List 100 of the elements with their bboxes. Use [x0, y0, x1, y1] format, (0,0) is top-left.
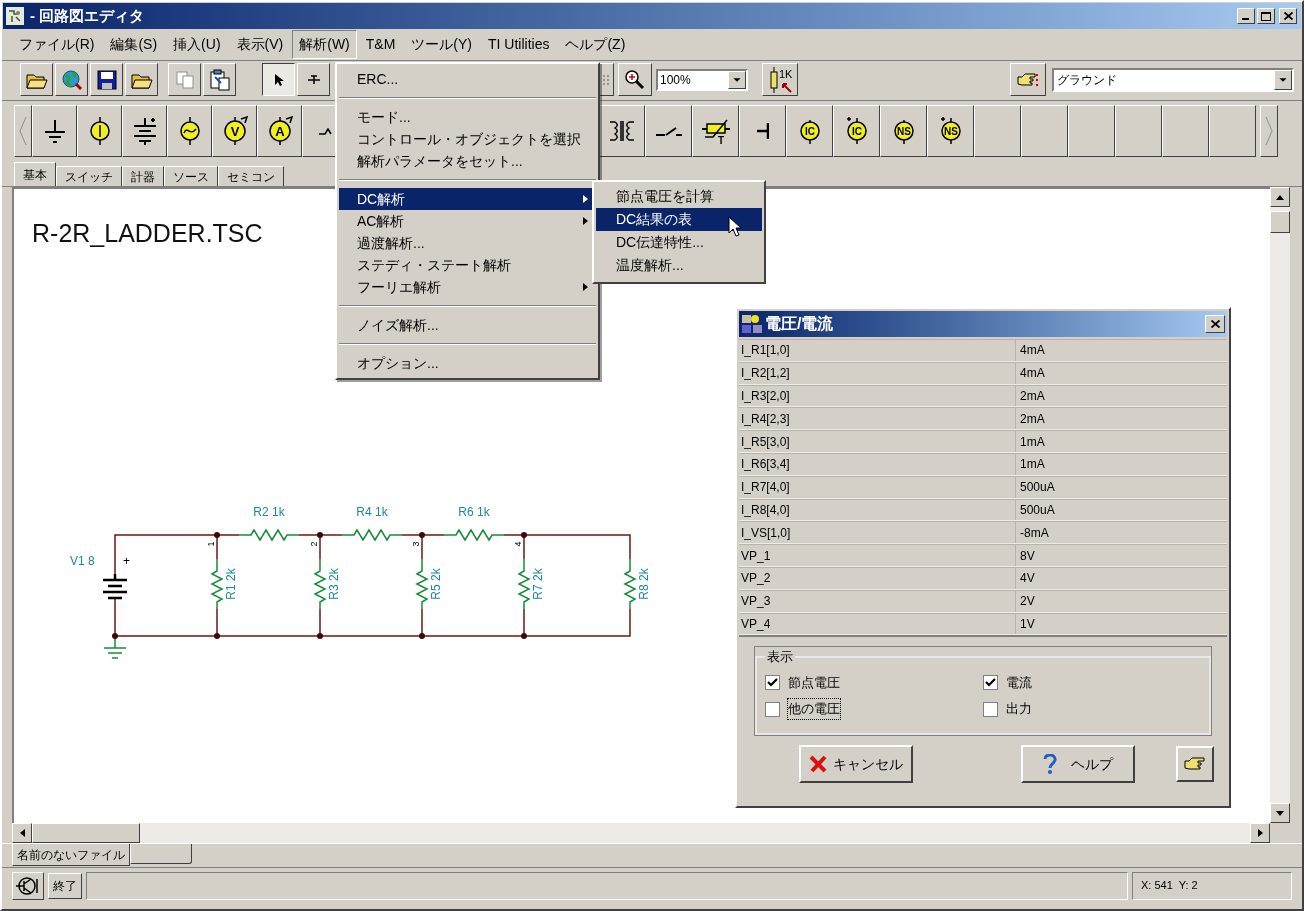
cross-icon — [809, 755, 827, 774]
open-button[interactable] — [125, 63, 158, 96]
close-button[interactable] — [1205, 315, 1225, 333]
scroll-thumb[interactable] — [1270, 211, 1290, 233]
exit-button[interactable]: 終了 — [48, 872, 82, 899]
scroll-right-button[interactable] — [1250, 823, 1270, 843]
component-label: R5 2k — [429, 568, 443, 600]
menu-item[interactable]: ファイル(R) — [12, 30, 102, 59]
scroll-left-button[interactable] — [12, 823, 32, 843]
scroll-up-button[interactable] — [1270, 187, 1290, 207]
web-button[interactable] — [55, 63, 88, 96]
select-tool-button[interactable] — [262, 63, 295, 96]
file-tab[interactable]: 名前のないファイル — [12, 844, 130, 866]
menu-item[interactable]: ステディ・ステート解析 — [339, 254, 596, 276]
menu-item[interactable]: 解析(W) — [292, 30, 357, 59]
palette-button[interactable]: NS — [927, 105, 974, 157]
menu-item[interactable]: ツール(Y) — [404, 30, 479, 59]
menu-item[interactable]: コントロール・オブジェクトを選択 — [339, 128, 596, 150]
menu-item[interactable]: 過渡解析... — [339, 232, 596, 254]
palette-button[interactable]: A — [257, 105, 302, 157]
down-arrow-icon — [1276, 810, 1284, 816]
palette-slot[interactable] — [1021, 105, 1068, 157]
pointer-button[interactable] — [1010, 63, 1046, 96]
palette-tab[interactable]: ソース — [164, 166, 218, 186]
palette-button[interactable] — [77, 105, 122, 157]
maximize-button[interactable] — [1257, 8, 1275, 24]
palette-tab[interactable]: セミコン — [218, 166, 284, 186]
palette-slot[interactable] — [1068, 105, 1115, 157]
wire-tool-button[interactable] — [297, 63, 330, 96]
scroll-left-button[interactable] — [14, 105, 32, 157]
menu-item[interactable]: フーリエ解析 — [339, 276, 596, 298]
menu-item[interactable]: TI Utilities — [481, 30, 557, 59]
pointer-button[interactable] — [1176, 746, 1214, 783]
palette-tab[interactable]: 計器 — [122, 166, 164, 186]
paste-button[interactable] — [203, 63, 236, 96]
table-cell: I_R1[1,0] — [739, 340, 1016, 361]
palette-button[interactable] — [645, 105, 692, 157]
zoom-in-icon — [624, 68, 646, 91]
palette-slot[interactable] — [1209, 105, 1256, 157]
palette-slot[interactable] — [1162, 105, 1209, 157]
menu-item[interactable]: 解析パラメータをセット... — [339, 150, 596, 172]
palette-button[interactable] — [167, 105, 212, 157]
table-cell: VP_3 — [739, 590, 1016, 612]
table-cell: I_VS[1,0] — [739, 522, 1016, 544]
table-cell-text: 500uA — [1019, 501, 1056, 519]
menu-item[interactable]: 節点電圧を計算 — [596, 185, 762, 208]
save-button[interactable] — [90, 63, 123, 96]
submenu-arrow-icon — [583, 283, 588, 291]
palette-slot[interactable] — [1115, 105, 1162, 157]
checkbox[interactable] — [983, 675, 998, 691]
zoom-button[interactable] — [618, 63, 652, 96]
component-combobox[interactable]: グラウンド — [1052, 67, 1294, 92]
help-button[interactable]: ヘルプ — [1021, 745, 1135, 784]
menu-item[interactable]: モード... — [339, 106, 596, 128]
scroll-down-button[interactable] — [1270, 803, 1290, 823]
circuit-button[interactable] — [12, 871, 44, 900]
menu-item[interactable]: ERC... — [339, 68, 596, 90]
palette-button[interactable] — [32, 105, 77, 157]
menu-item[interactable]: AC解析 — [339, 210, 596, 232]
close-button[interactable] — [1279, 8, 1297, 24]
blank-tab[interactable] — [130, 844, 192, 864]
menu-item[interactable]: 温度解析... — [596, 254, 762, 277]
open-button[interactable] — [20, 63, 53, 96]
zoom-combobox[interactable]: 100% — [656, 68, 748, 91]
minimize-button[interactable] — [1237, 8, 1255, 24]
palette-button[interactable]: T — [692, 105, 739, 157]
palette-button[interactable]: IC — [786, 105, 833, 157]
table-cell-text: 2mA — [1019, 410, 1046, 428]
menu-item[interactable]: T&M — [358, 30, 403, 59]
scroll-thumb[interactable] — [32, 823, 140, 843]
palette-slot[interactable] — [974, 105, 1021, 157]
menu-item[interactable]: 挿入(U) — [166, 30, 228, 59]
checkbox[interactable] — [765, 675, 780, 691]
palette-button[interactable]: IC — [833, 105, 880, 157]
menu-item[interactable]: DC結果の表 — [596, 208, 762, 231]
table-cell-text: 1mA — [1019, 433, 1046, 451]
menu-item[interactable]: 編集(S) — [103, 30, 165, 59]
palette-button[interactable] — [739, 105, 786, 157]
scroll-right-button[interactable] — [1260, 105, 1278, 157]
cancel-button[interactable]: キャンセル — [799, 745, 913, 784]
vertical-scrollbar[interactable] — [1270, 187, 1290, 823]
menu-item[interactable]: ヘルプ(Z) — [558, 30, 633, 59]
checkbox[interactable] — [983, 701, 998, 717]
palette-tab[interactable]: スイッチ — [56, 166, 122, 186]
checkbox[interactable] — [765, 701, 780, 717]
polarity-mark: + — [123, 554, 130, 568]
menu-item[interactable]: 表示(V) — [229, 30, 291, 59]
palette-button[interactable]: V — [212, 105, 257, 157]
menu-item[interactable]: ノイズ解析... — [339, 314, 596, 336]
app-icon — [6, 7, 24, 25]
menu-item[interactable]: オプション... — [339, 352, 596, 374]
group-title: 表示 — [766, 648, 794, 667]
palette-button[interactable] — [122, 105, 167, 157]
pointing-hand-icon — [1016, 70, 1040, 89]
menu-item[interactable]: DC伝達特性... — [596, 231, 762, 254]
palette-button[interactable]: NS — [880, 105, 927, 157]
palette-tab[interactable]: 基本 — [14, 162, 56, 186]
copy-button[interactable] — [168, 63, 201, 96]
wire-icon — [306, 72, 321, 87]
horizontal-scrollbar[interactable] — [12, 823, 1270, 843]
